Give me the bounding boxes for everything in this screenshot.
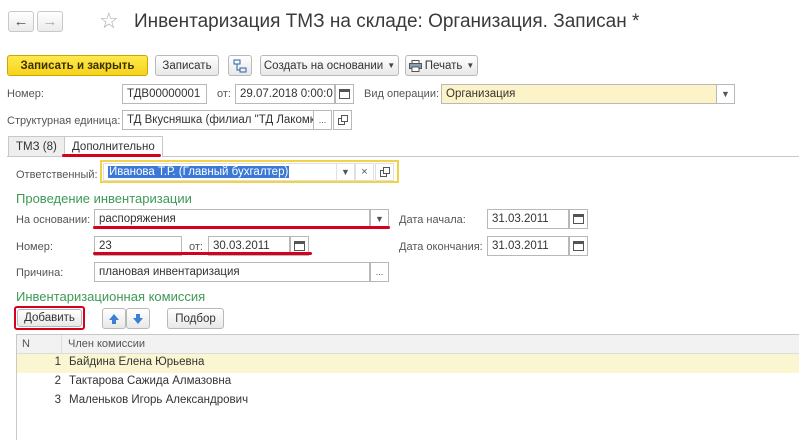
- column-divider: [61, 335, 62, 353]
- save-close-button[interactable]: Записать и закрыть: [7, 55, 148, 76]
- add-button[interactable]: Добавить: [17, 309, 82, 327]
- responsible-label: Ответственный:: [16, 169, 98, 181]
- table-row[interactable]: 3 Маленьков Игорь Александрович: [17, 392, 799, 411]
- forward-button[interactable]: →: [37, 11, 63, 32]
- chevron-down-icon: ▼: [721, 89, 730, 99]
- operation-label: Вид операции:: [364, 88, 440, 100]
- operation-dropdown-button[interactable]: ▼: [716, 84, 735, 104]
- highlight-underline: [62, 154, 161, 157]
- calendar-icon: [573, 214, 584, 224]
- reason-label: Причина:: [16, 267, 64, 279]
- move-down-button[interactable]: [126, 308, 150, 329]
- row-number: 3: [54, 394, 61, 406]
- structure-icon: [233, 59, 247, 72]
- calendar-icon: [573, 241, 584, 251]
- number-field[interactable]: ТДВ00000001: [122, 84, 207, 104]
- operation-field[interactable]: Организация: [441, 84, 717, 104]
- responsible-open-button[interactable]: [375, 163, 394, 181]
- forward-arrow-icon: →: [42, 13, 58, 30]
- unit-open-button[interactable]: [333, 110, 352, 130]
- create-based-label: Создать на основании: [263, 59, 384, 72]
- unit-field[interactable]: ТД Вкусняшка (филиал "ТД Лакомк: [122, 110, 314, 130]
- column-header-n[interactable]: N: [22, 337, 30, 351]
- row-number: 1: [54, 356, 61, 368]
- arrow-up-icon: [109, 313, 119, 324]
- date-calendar-button[interactable]: [335, 84, 354, 104]
- end-date-field[interactable]: 31.03.2011: [487, 236, 569, 256]
- back-button[interactable]: ←: [8, 11, 34, 32]
- basis-label: На основании:: [16, 214, 91, 226]
- end-date-label: Дата окончания:: [399, 241, 483, 253]
- responsible-field[interactable]: Иванова Т.Р. (Главный бухгалтер): [103, 163, 337, 181]
- member-name: Тактарова Сажида Алмазовна: [69, 375, 232, 387]
- window-title: Инвентаризация ТМЗ на складе: Организаци…: [134, 11, 640, 32]
- date-field[interactable]: 29.07.2018 0:00:0: [235, 84, 335, 104]
- start-date-label: Дата начала:: [399, 214, 466, 226]
- print-button[interactable]: Печать ▼: [405, 55, 478, 76]
- member-name: Маленьков Игорь Александрович: [69, 394, 249, 406]
- print-label: Печать: [424, 59, 463, 72]
- ellipsis-icon: ...: [375, 267, 384, 277]
- back-arrow-icon: ←: [13, 13, 29, 30]
- arrow-down-icon: [133, 313, 143, 324]
- row-number: 2: [54, 375, 61, 387]
- number-label: Номер:: [7, 88, 44, 100]
- responsible-clear-button[interactable]: ×: [355, 163, 374, 181]
- section-commission-title: Инвентаризационная комиссия: [16, 289, 206, 304]
- table-row[interactable]: 2 Тактарова Сажида Алмазовна: [17, 373, 799, 392]
- responsible-value: Иванова Т.Р. (Главный бухгалтер): [108, 166, 290, 178]
- tab-tmz[interactable]: ТМЗ (8): [8, 136, 65, 156]
- calendar-icon: [339, 89, 350, 99]
- reason-field[interactable]: плановая инвентаризация: [94, 262, 370, 282]
- end-date-calendar-button[interactable]: [569, 236, 588, 256]
- column-header-member[interactable]: Член комиссии: [68, 337, 145, 351]
- open-icon: [337, 115, 348, 125]
- responsible-dropdown-button[interactable]: ▼: [336, 163, 355, 181]
- member-name: Байдина Елена Юрьевна: [69, 356, 205, 368]
- reason-select-button[interactable]: ...: [370, 262, 389, 282]
- printer-icon: [408, 59, 422, 72]
- unit-label: Структурная единица:: [7, 115, 121, 127]
- from-label: от:: [217, 88, 231, 100]
- move-up-button[interactable]: [102, 308, 126, 329]
- section-conduct-title: Проведение инвентаризации: [16, 191, 192, 206]
- close-icon: ×: [361, 166, 368, 178]
- save-button[interactable]: Записать: [155, 55, 219, 76]
- table-row[interactable]: 1 Байдина Елена Юрьевна: [17, 354, 799, 373]
- highlight-underline: [93, 226, 390, 229]
- start-date-calendar-button[interactable]: [569, 209, 588, 229]
- pick-button[interactable]: Подбор: [167, 308, 224, 329]
- chevron-down-icon: ▼: [341, 167, 350, 177]
- highlight-underline: [93, 252, 312, 255]
- num-label: Номер:: [16, 241, 53, 253]
- open-icon: [379, 167, 390, 177]
- ellipsis-icon: ...: [318, 115, 327, 125]
- calendar-icon: [294, 241, 305, 251]
- dropdown-caret-icon: ▼: [466, 61, 475, 70]
- start-date-field[interactable]: 31.03.2011: [487, 209, 569, 229]
- dropdown-caret-icon: ▼: [387, 61, 396, 70]
- star-icon[interactable]: ☆: [99, 8, 119, 34]
- structure-button[interactable]: [228, 55, 252, 76]
- unit-select-button[interactable]: ...: [313, 110, 332, 130]
- create-based-button[interactable]: Создать на основании ▼: [260, 55, 399, 76]
- chevron-down-icon: ▼: [375, 214, 384, 224]
